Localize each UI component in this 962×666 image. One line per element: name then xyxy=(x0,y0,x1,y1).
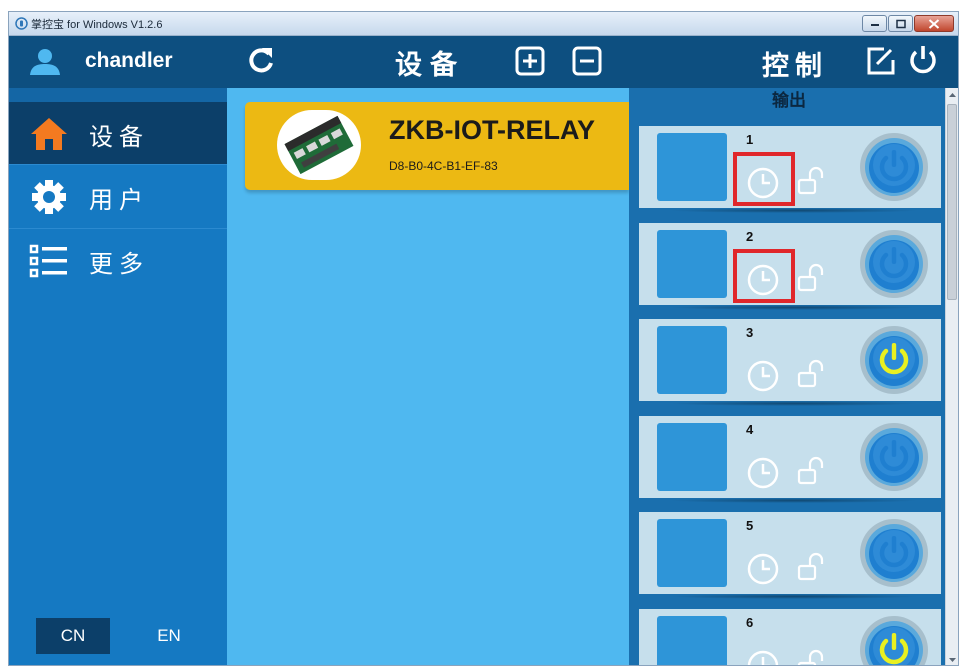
app-logo-icon xyxy=(15,17,28,30)
relay-row: 1 xyxy=(639,126,941,213)
relay-tile[interactable] xyxy=(657,326,727,394)
title-bar[interactable]: 掌控宝 for Windows V1.2.6 xyxy=(9,12,958,36)
sidebar-spacer xyxy=(9,88,227,102)
relay-number: 3 xyxy=(746,325,754,340)
clock-icon[interactable] xyxy=(746,552,780,586)
relay-number: 5 xyxy=(746,518,754,533)
power-button[interactable] xyxy=(859,422,929,492)
sidebar-item-more[interactable]: 更多 xyxy=(9,229,227,291)
lock-icon[interactable] xyxy=(796,649,826,666)
maximize-button[interactable] xyxy=(888,15,913,32)
row-shadow xyxy=(669,208,919,213)
sidebar-item-label: 设备 xyxy=(89,123,149,151)
relay-tile[interactable] xyxy=(657,230,727,298)
scroll-up-icon[interactable] xyxy=(946,88,959,102)
relay-tile[interactable] xyxy=(657,519,727,587)
devices-title: 设备 xyxy=(395,50,465,81)
relay-tile[interactable] xyxy=(657,616,727,665)
window-title: 掌控宝 for Windows V1.2.6 xyxy=(31,19,163,31)
relay-number: 6 xyxy=(746,615,754,630)
app-window: 掌控宝 for Windows V1.2.6 chandler 设备 用户 更多… xyxy=(8,11,959,666)
close-button[interactable] xyxy=(914,15,954,32)
refresh-icon[interactable] xyxy=(247,45,275,75)
user-header[interactable]: chandler xyxy=(9,36,227,88)
language-en-button[interactable]: EN xyxy=(132,618,206,654)
language-cn-button[interactable]: CN xyxy=(36,618,110,654)
clock-icon[interactable] xyxy=(746,456,780,490)
edit-icon[interactable] xyxy=(866,46,896,76)
gear-icon xyxy=(32,180,66,214)
device-mac: D8-B0-4C-B1-EF-83 xyxy=(389,159,498,173)
lock-icon[interactable] xyxy=(796,166,826,196)
home-icon xyxy=(31,118,67,150)
window-controls xyxy=(861,15,954,32)
maximize-icon xyxy=(895,19,906,28)
remove-device-icon[interactable] xyxy=(572,46,602,76)
power-button[interactable] xyxy=(859,518,929,588)
relay-number: 4 xyxy=(746,422,754,437)
username: chandler xyxy=(85,49,173,72)
power-button[interactable] xyxy=(859,615,929,666)
clock-icon[interactable] xyxy=(746,359,780,393)
device-card[interactable]: ZKB-IOT-RELAY D8-B0-4C-B1-EF-83 xyxy=(245,102,629,190)
relay-list: 输出 1 2 3 4 5 6 xyxy=(629,88,941,666)
row-shadow xyxy=(669,594,919,599)
relay-number: 2 xyxy=(746,229,754,244)
scrollbar-thumb[interactable] xyxy=(947,104,957,300)
scrollbar[interactable] xyxy=(945,88,959,666)
relay-tile[interactable] xyxy=(657,133,727,201)
close-icon xyxy=(928,18,940,29)
sidebar: chandler 设备 用户 更多 CN EN xyxy=(9,36,227,665)
list-icon xyxy=(29,244,67,278)
row-shadow xyxy=(669,401,919,406)
power-button[interactable] xyxy=(859,229,929,299)
sidebar-item-users[interactable]: 用户 xyxy=(9,165,227,227)
sidebar-item-devices[interactable]: 设备 xyxy=(9,102,227,164)
devices-panel: 设备 ZKB-IOT-RELAY D8-B0-4C-B1-EF-83 xyxy=(227,36,629,665)
power-icon[interactable] xyxy=(907,44,939,76)
power-button[interactable] xyxy=(859,325,929,395)
control-header: 控制 xyxy=(629,36,958,88)
lock-icon[interactable] xyxy=(796,456,826,486)
section-label-output: 输出 xyxy=(772,91,806,111)
relay-row: 4 xyxy=(639,416,941,503)
relay-row: 2 xyxy=(639,223,941,310)
relay-row: 3 xyxy=(639,319,941,406)
device-name: ZKB-IOT-RELAY xyxy=(389,115,596,145)
lock-icon[interactable] xyxy=(796,552,826,582)
minimize-button[interactable] xyxy=(862,15,887,32)
add-device-icon[interactable] xyxy=(515,46,545,76)
device-image xyxy=(277,110,361,180)
highlight-box xyxy=(733,249,795,303)
scroll-down-icon[interactable] xyxy=(946,653,959,666)
control-title: 控制 xyxy=(762,51,828,82)
sidebar-item-label: 用户 xyxy=(89,186,149,214)
relay-row: 5 xyxy=(639,512,941,599)
lock-icon[interactable] xyxy=(796,263,826,293)
sidebar-item-label: 更多 xyxy=(89,250,149,278)
devices-header: 设备 xyxy=(227,36,629,88)
lock-icon[interactable] xyxy=(796,359,826,389)
row-shadow xyxy=(669,305,919,310)
control-panel: 控制 输出 1 2 3 4 5 6 xyxy=(629,36,959,666)
highlight-box xyxy=(733,152,795,206)
relay-number: 1 xyxy=(746,132,754,147)
row-shadow xyxy=(669,498,919,503)
relay-row: 6 xyxy=(639,609,941,666)
power-button[interactable] xyxy=(859,132,929,202)
relay-tile[interactable] xyxy=(657,423,727,491)
user-icon xyxy=(30,49,60,75)
clock-icon[interactable] xyxy=(746,649,780,666)
app-body: chandler 设备 用户 更多 CN EN 设备 ZKB-IOT-RELAY… xyxy=(9,36,959,666)
minimize-icon xyxy=(870,23,879,26)
